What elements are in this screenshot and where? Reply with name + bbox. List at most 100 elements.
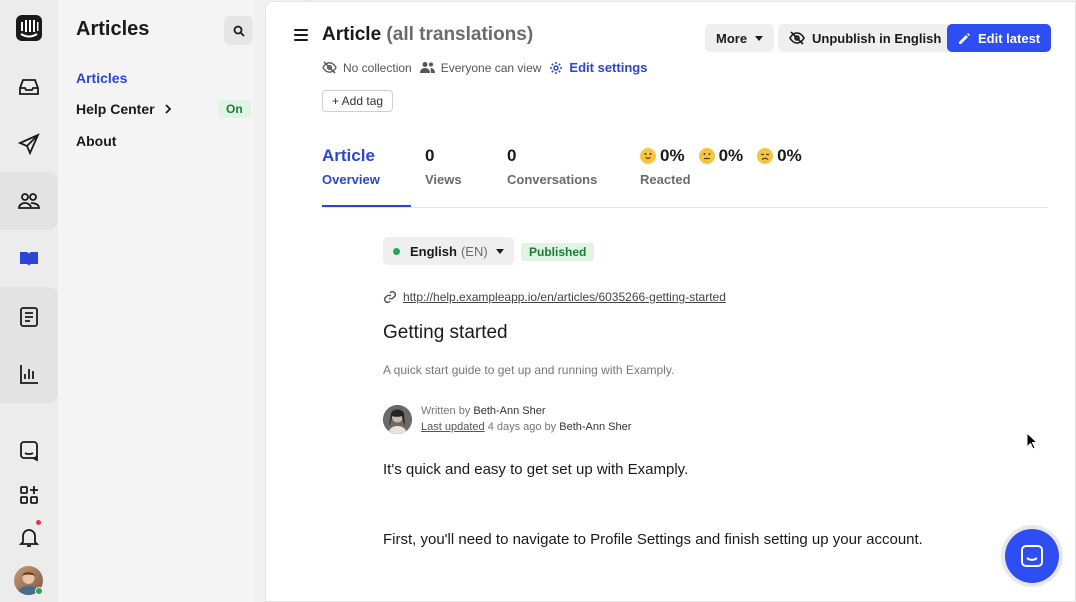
article-meta-row: No collection Everyone can view Edit set… <box>322 60 655 75</box>
author-name: Beth-Ann Sher <box>473 405 546 417</box>
language-status-dot <box>393 247 400 255</box>
written-by-prefix: Written by <box>421 405 471 417</box>
visibility-label: Everyone can view <box>440 60 542 75</box>
happy-percent: 0% <box>660 146 685 165</box>
caret-down-icon <box>495 248 504 254</box>
rail-reports[interactable] <box>0 351 58 397</box>
reactions-label: Reacted <box>640 172 691 187</box>
eye-off-icon <box>789 31 805 45</box>
eye-off-icon <box>322 61 337 74</box>
online-status-dot <box>35 587 43 595</box>
article-panel: Article (all translations) More Unpublis… <box>265 1 1076 602</box>
rail-chat[interactable] <box>0 428 58 474</box>
language-code: (EN) <box>460 243 488 259</box>
tab-conversations[interactable]: 0 Conversations <box>507 146 597 187</box>
icon-rail <box>0 0 58 602</box>
sidebar-item-about[interactable]: About <box>76 133 116 149</box>
collection-info: No collection <box>322 61 412 75</box>
sidebar-item-articles[interactable]: Articles <box>76 70 127 86</box>
unpublish-button[interactable]: Unpublish in English <box>778 24 953 52</box>
author-avatar <box>383 405 412 434</box>
paper-plane-icon <box>17 133 40 156</box>
apps-icon <box>20 486 38 504</box>
sad-face-icon <box>757 148 774 164</box>
sad-percent: 0% <box>777 146 802 165</box>
sidebar-title: Articles <box>76 18 150 40</box>
happy-face-icon <box>640 148 656 164</box>
contacts-icon <box>18 193 40 209</box>
neutral-percent: 0% <box>718 146 744 165</box>
inbox-icon <box>19 79 39 95</box>
help-center-status-badge: On <box>218 100 251 118</box>
page-title: Article (all translations) <box>322 24 533 46</box>
edit-latest-button-label: Edit latest <box>978 30 1041 46</box>
articles-sidebar: Articles Articles Help Center On About <box>58 0 312 602</box>
reaction-values: 0% 0% 0% <box>640 146 802 166</box>
chevron-right-icon <box>164 104 171 114</box>
article-url-row: http://help.exampleapp.io/en/articles/60… <box>383 290 726 304</box>
page-title-main: Article <box>322 24 382 45</box>
gear-icon <box>550 61 563 74</box>
tab-reactions[interactable]: 0% 0% 0% Reacted <box>640 146 802 187</box>
more-button-label: More <box>716 30 748 46</box>
page-title-suffix: (all translations) <box>386 24 534 45</box>
bell-icon <box>18 529 40 547</box>
chat-icon <box>20 441 38 462</box>
app-logo-icon[interactable] <box>15 14 43 42</box>
rail-inbox[interactable] <box>0 64 58 110</box>
bar-chart-icon <box>20 365 38 384</box>
neutral-face-icon <box>698 148 715 164</box>
link-icon <box>383 290 397 304</box>
edit-settings-link[interactable]: Edit settings <box>549 60 647 75</box>
author-written-by: Written by Beth-Ann Sher <box>421 405 546 417</box>
status-badge: Published <box>521 243 595 261</box>
rail-notifications[interactable] <box>0 514 58 560</box>
menu-toggle-icon[interactable] <box>294 29 308 41</box>
rail-articles[interactable] <box>0 236 58 282</box>
language-label: English <box>410 243 457 259</box>
messenger-launcher-button[interactable] <box>1005 529 1059 583</box>
author-last-updated: Last updated 4 days ago by Beth-Ann Sher <box>421 421 631 433</box>
language-select[interactable]: English (EN) <box>383 237 514 265</box>
chat-bubble-icon <box>1021 545 1043 567</box>
rail-outbound[interactable] <box>0 121 58 167</box>
last-updated-link[interactable]: Last updated <box>421 421 485 433</box>
views-count: 0 <box>425 146 435 165</box>
article-title: Getting started <box>383 322 508 343</box>
news-icon <box>20 307 38 327</box>
article-description: A quick start guide to get up and runnin… <box>383 363 675 377</box>
active-tab-indicator <box>322 205 411 207</box>
sidebar-item-help-center[interactable]: Help Center <box>76 101 173 117</box>
search-icon <box>233 25 245 37</box>
rail-contacts[interactable] <box>0 178 58 224</box>
rail-news[interactable] <box>0 294 58 340</box>
mouse-cursor-icon <box>1026 432 1038 450</box>
views-label: Views <box>425 172 462 187</box>
conversations-count: 0 <box>507 146 517 165</box>
updated-by-name: Beth-Ann Sher <box>559 421 632 433</box>
search-button[interactable] <box>224 16 253 45</box>
tab-overview[interactable]: Article Overview <box>322 146 380 187</box>
unpublish-button-label: Unpublish in English <box>812 30 942 46</box>
more-button[interactable]: More <box>705 24 775 52</box>
pencil-icon <box>959 32 970 44</box>
article-url-link[interactable]: http://help.exampleapp.io/en/articles/60… <box>403 290 726 304</box>
users-icon <box>419 62 435 73</box>
rail-apps[interactable] <box>0 472 58 518</box>
edit-settings-label: Edit settings <box>569 60 648 75</box>
collection-label: No collection <box>343 60 412 75</box>
stats-tabs: Article Overview 0 Views 0 Conversations… <box>322 146 1048 208</box>
visibility-info: Everyone can view <box>419 60 542 75</box>
tab-overview-title: Article <box>322 146 375 165</box>
article-paragraph: First, you'll need to navigate to Profil… <box>383 531 923 548</box>
book-icon <box>20 252 38 266</box>
sidebar-item-label: Help Center <box>76 101 155 117</box>
tab-overview-label: Overview <box>322 172 380 187</box>
notification-dot <box>36 520 41 525</box>
caret-down-icon <box>755 35 764 41</box>
edit-latest-button[interactable]: Edit latest <box>947 24 1052 52</box>
tab-views[interactable]: 0 Views <box>425 146 462 187</box>
add-tag-button[interactable]: + Add tag <box>322 90 394 112</box>
last-updated-value: 4 days ago by <box>487 421 557 433</box>
conversations-label: Conversations <box>507 172 598 187</box>
